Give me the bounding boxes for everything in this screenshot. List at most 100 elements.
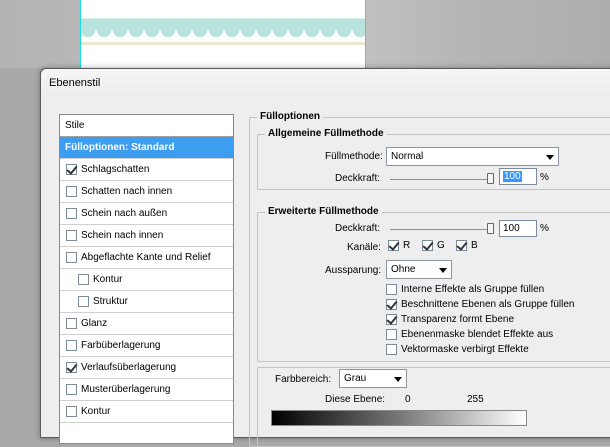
channel-label: R	[403, 240, 411, 251]
advanced-option-label: Interne Effekte als Gruppe füllen	[401, 284, 545, 295]
style-item-label: Schein nach innen	[81, 230, 164, 241]
style-item[interactable]: Musterüberlagerung	[60, 379, 233, 401]
style-item[interactable]: Glanz	[60, 313, 233, 335]
advanced-option-label: Vektormaske verbirgt Effekte	[401, 344, 529, 355]
this-layer-min: 0	[405, 394, 411, 405]
style-item[interactable]: Farbüberlagerung	[60, 335, 233, 357]
this-layer-max: 255	[467, 394, 484, 405]
chevron-down-icon	[394, 377, 402, 382]
canvas-band	[80, 42, 366, 45]
dialog-titlebar[interactable]: Ebenenstil	[41, 69, 610, 99]
style-checkbox[interactable]	[66, 406, 77, 417]
style-item[interactable]: Kontur	[60, 401, 233, 423]
guide-line-right[interactable]	[365, 0, 366, 68]
advanced-option-row[interactable]: Transparenz formt Ebene	[386, 314, 514, 325]
style-item[interactable]: Abgeflachte Kante und Relief	[60, 247, 233, 269]
advanced-option-row[interactable]: Ebenenmaske blendet Effekte aus	[386, 329, 553, 340]
opacity-input[interactable]: 100	[499, 168, 537, 185]
advanced-option-checkbox[interactable]	[386, 284, 397, 295]
fill-opacity-slider-track[interactable]	[390, 229, 494, 230]
layer-style-dialog: Ebenenstil Stile Fülloptionen: Standard S…	[40, 68, 610, 447]
advanced-option-checkbox[interactable]	[386, 329, 397, 340]
style-checkbox[interactable]	[78, 296, 89, 307]
style-item[interactable]: Fülloptionen: Standard	[60, 137, 233, 159]
style-item[interactable]: Schein nach innen	[60, 225, 233, 247]
style-checkbox[interactable]	[66, 362, 77, 373]
general-blending-title: Allgemeine Füllmethode	[265, 128, 387, 139]
blend-if-select[interactable]: Grau	[339, 369, 407, 388]
advanced-option-row[interactable]: Vektormaske verbirgt Effekte	[386, 344, 529, 355]
style-item-label: Verlaufsüberlagerung	[81, 362, 177, 373]
blend-mode-value: Normal	[391, 151, 424, 162]
style-checkbox[interactable]	[66, 252, 77, 263]
advanced-option-checkbox[interactable]	[386, 314, 397, 325]
style-item-label: Farbüberlagerung	[81, 340, 161, 351]
advanced-option-label: Transparenz formt Ebene	[401, 314, 515, 325]
opacity-unit: %	[540, 172, 549, 183]
channel-label: G	[437, 240, 445, 251]
channel-checkbox-row[interactable]: B	[456, 240, 478, 251]
style-item-label: Schlagschatten	[81, 164, 150, 175]
style-checkbox[interactable]	[66, 384, 77, 395]
style-checkbox[interactable]	[66, 208, 77, 219]
fill-opacity-value: 100	[503, 223, 520, 234]
canvas-stripe	[80, 18, 366, 30]
advanced-option-checkbox[interactable]	[386, 344, 397, 355]
channel-label: B	[471, 240, 478, 251]
channels-label: Kanäle:	[347, 242, 381, 253]
opacity-slider-track[interactable]	[390, 179, 494, 180]
fill-options-title: Fülloptionen	[257, 111, 323, 122]
knockout-value: Ohne	[391, 264, 416, 275]
blend-mode-label: Füllmethode:	[325, 151, 383, 162]
styles-list: Stile Fülloptionen: Standard Schlagschatt…	[59, 114, 234, 444]
fill-opacity-input[interactable]: 100	[499, 220, 537, 237]
channel-checkbox[interactable]	[456, 240, 467, 251]
style-item-label: Kontur	[93, 274, 123, 285]
style-item[interactable]: Verlaufsüberlagerung	[60, 357, 233, 379]
guide-line-left[interactable]	[80, 0, 81, 68]
style-item-label: Musterüberlagerung	[81, 384, 171, 395]
style-item-label: Glanz	[81, 318, 108, 329]
style-item[interactable]: Schatten nach innen	[60, 181, 233, 203]
dialog-title: Ebenenstil	[49, 77, 101, 89]
channel-checkbox[interactable]	[422, 240, 433, 251]
blend-mode-select[interactable]: Normal	[386, 147, 559, 166]
style-item-label: Abgeflachte Kante und Relief	[81, 252, 211, 263]
opacity-value: 100	[503, 171, 522, 182]
style-item-label: Struktur	[93, 296, 129, 307]
style-item[interactable]: Struktur	[60, 291, 233, 313]
style-checkbox[interactable]	[66, 340, 77, 351]
document-canvas[interactable]	[80, 0, 366, 68]
channel-checkbox-row[interactable]: R	[388, 240, 410, 251]
style-item[interactable]: Schlagschatten	[60, 159, 233, 181]
style-checkbox[interactable]	[78, 274, 89, 285]
fill-opacity-slider-thumb[interactable]	[487, 223, 494, 234]
style-item-label: Schatten nach innen	[81, 186, 173, 197]
style-checkbox[interactable]	[66, 164, 77, 175]
fill-opacity-unit: %	[540, 223, 549, 234]
opacity-slider-thumb[interactable]	[487, 173, 494, 184]
style-checkbox[interactable]	[66, 318, 77, 329]
knockout-select[interactable]: Ohne	[386, 260, 452, 279]
canvas-area[interactable]	[0, 0, 610, 68]
styles-header[interactable]: Stile	[60, 115, 233, 137]
chevron-down-icon	[439, 268, 447, 273]
advanced-option-row[interactable]: Beschnittene Ebenen als Gruppe füllen	[386, 299, 574, 310]
advanced-option-row[interactable]: Interne Effekte als Gruppe füllen	[386, 284, 544, 295]
this-layer-gradient[interactable]	[271, 410, 527, 426]
channel-checkbox[interactable]	[388, 240, 399, 251]
advanced-option-checkbox[interactable]	[386, 299, 397, 310]
style-item[interactable]: Kontur	[60, 269, 233, 291]
this-layer-label: Diese Ebene:	[325, 394, 386, 405]
canvas-scallop-edge	[80, 30, 366, 40]
blend-if-label: Farbbereich:	[275, 374, 332, 385]
fill-options-panel: Fülloptionen Allgemeine Füllmethode Füll…	[243, 105, 610, 447]
style-item-label: Schein nach außen	[81, 208, 168, 219]
style-item-label: Kontur	[81, 406, 111, 417]
channel-checkbox-row[interactable]: G	[422, 240, 445, 251]
style-item[interactable]: Schein nach außen	[60, 203, 233, 225]
style-checkbox[interactable]	[66, 186, 77, 197]
style-checkbox[interactable]	[66, 230, 77, 241]
opacity-label: Deckkraft:	[335, 173, 381, 184]
advanced-option-label: Beschnittene Ebenen als Gruppe füllen	[401, 299, 575, 310]
